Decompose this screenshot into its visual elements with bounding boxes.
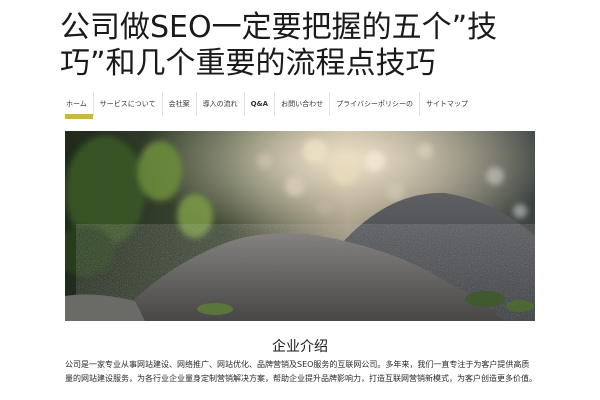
- section-title: 企业介绍: [272, 339, 328, 355]
- nav-item-services[interactable]: サービスについて: [94, 92, 163, 116]
- nav-item-company[interactable]: 会社案: [163, 92, 197, 116]
- nav-item-contact[interactable]: お問い合わせ: [275, 92, 331, 116]
- forest-rock-photo: [65, 131, 535, 321]
- nav-item-privacy[interactable]: プライバシーポリシーの: [330, 92, 420, 116]
- main-nav: ホーム サービスについて 会社案 導入の流れ Q&A お問い合わせ プライバシー…: [60, 92, 540, 119]
- site-title[interactable]: 公司做SEO一定要把握的五个”技巧”和几个重要的流程点技巧: [60, 10, 545, 82]
- section-body: 公司是一家专业从事网站建设、网络推广、网站优化、品牌营销及SEO服务的互联网公司…: [65, 360, 537, 383]
- nav-item-home[interactable]: ホーム: [60, 92, 94, 119]
- nav-item-qa[interactable]: Q&A: [245, 92, 276, 116]
- hero-image: [65, 131, 535, 321]
- page: 公司做SEO一定要把握的五个”技巧”和几个重要的流程点技巧 ホーム サービスにつ…: [0, 0, 600, 400]
- nav-item-sitemap[interactable]: サイトマップ: [420, 92, 474, 116]
- nav-item-flow[interactable]: 導入の流れ: [197, 92, 245, 116]
